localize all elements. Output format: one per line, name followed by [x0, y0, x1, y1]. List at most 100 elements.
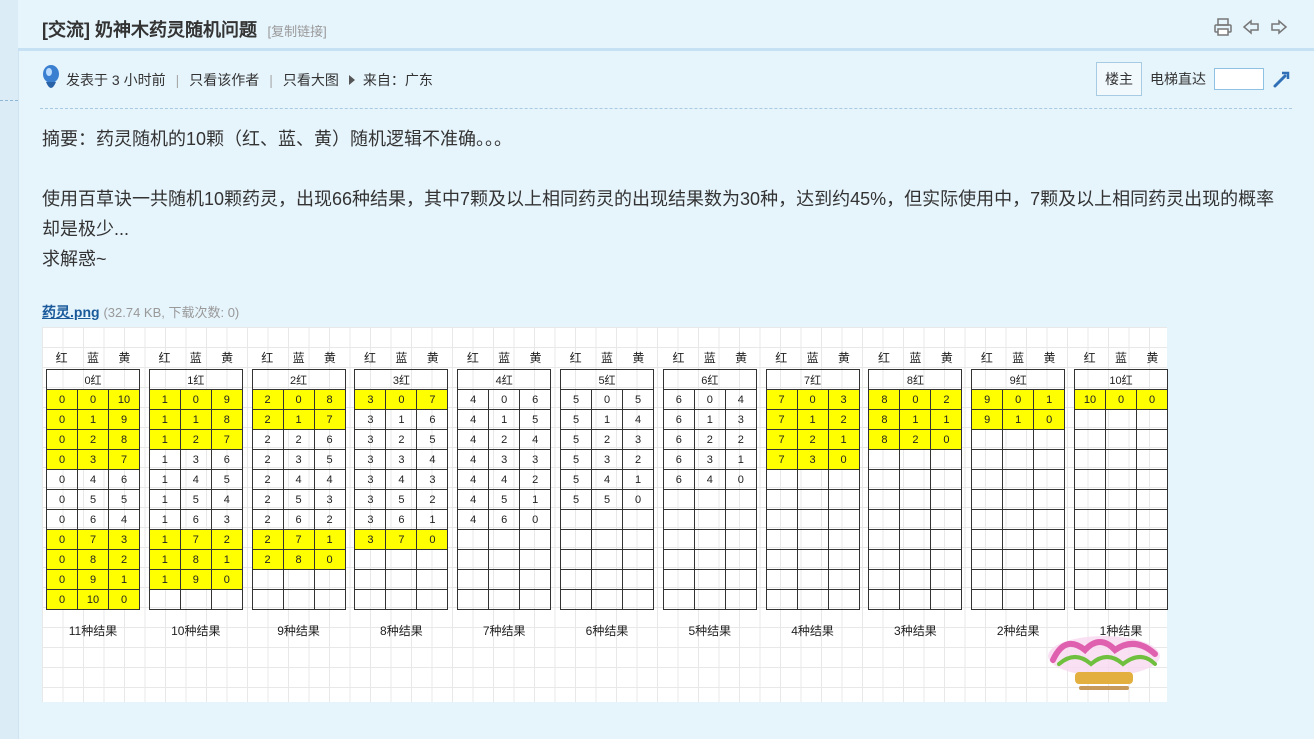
column-header: 蓝: [703, 351, 716, 365]
table-cell: [354, 589, 387, 610]
table-cell: 0: [416, 529, 449, 550]
table-cell: 0: [46, 409, 78, 430]
table-cell: [1074, 469, 1106, 490]
table-cell: 6: [108, 469, 140, 490]
table-cell: [827, 589, 860, 610]
table-cell: 1: [148, 449, 181, 470]
column-header: 蓝: [909, 351, 922, 365]
table-cell: [1136, 469, 1168, 490]
table-cell: [899, 569, 932, 590]
table-cell: 1: [796, 409, 829, 430]
table-cell: [724, 549, 757, 570]
table-cell: [1105, 409, 1137, 430]
table-row: [971, 449, 1066, 470]
table-row: [560, 589, 654, 610]
table-cell: [971, 469, 1004, 490]
table-cell: [868, 529, 901, 550]
table-cell: 2: [385, 429, 418, 450]
next-thread-icon[interactable]: [1270, 18, 1288, 36]
table-cell: [1074, 529, 1106, 550]
table-cell: 4: [457, 389, 490, 410]
column-header: 蓝: [600, 351, 613, 365]
table-cell: [1105, 449, 1137, 470]
table-cell: [724, 569, 757, 590]
table-caption: 0红: [46, 369, 140, 390]
post-location: 来自：广东: [362, 72, 433, 88]
result-count: 7种结果: [482, 624, 526, 638]
table-cell: [1074, 409, 1106, 430]
table-cell: 8: [210, 409, 243, 430]
table-row: [354, 549, 449, 570]
table-row: 811: [868, 409, 963, 430]
prev-thread-icon[interactable]: [1242, 18, 1260, 36]
table-row: [868, 529, 963, 550]
table-cell: 2: [622, 449, 654, 470]
attachment-image[interactable]: 红蓝黄 0红 0 0 10 0 1 9 0 2 8 0 3 7 0 4 6 0 5 5 0 6 4 0 7 3 0 8 2 0 9 1 0 10 0…: [42, 327, 1168, 702]
table-row: 208: [251, 389, 346, 410]
table-cell: 6: [488, 509, 521, 530]
table-caption: 7红: [765, 369, 860, 390]
table-row: 073: [46, 529, 140, 550]
floor-label: 楼主: [1096, 62, 1142, 96]
column-header: 蓝: [189, 351, 202, 365]
table-cell: [662, 569, 695, 590]
table-cell: 3: [622, 429, 654, 450]
table-caption: 5红: [560, 369, 654, 390]
table-cell: 6: [385, 509, 418, 530]
table-cell: [971, 429, 1004, 450]
column-headers: 红蓝黄: [354, 349, 448, 367]
table-row: 037: [46, 449, 140, 470]
attachment-link[interactable]: 药灵.png: [42, 304, 100, 320]
table-cell: [1002, 489, 1035, 510]
table-cell: 2: [930, 389, 963, 410]
table-cell: [457, 589, 490, 610]
table-cell: [1105, 489, 1137, 510]
table-row: [662, 489, 757, 510]
table-cell: 0: [46, 569, 78, 590]
floor-input[interactable]: [1214, 68, 1264, 90]
table-row: 316: [354, 409, 449, 430]
table-row: [1074, 469, 1168, 490]
column-header: 黄: [837, 351, 850, 365]
table-row: 055: [46, 489, 140, 510]
table-cell: [457, 569, 490, 590]
table-caption: 8红: [868, 369, 963, 390]
table-cell: 6: [662, 389, 695, 410]
table-row: [971, 509, 1066, 530]
table-cell: [765, 509, 798, 530]
table-cell: 5: [416, 429, 449, 450]
table-row: [1074, 429, 1168, 450]
table-cell: 4: [457, 409, 490, 430]
table-row: 541: [560, 469, 654, 490]
table-cell: 1: [591, 409, 623, 430]
table-row: 244: [251, 469, 346, 490]
table-cell: 1: [1033, 389, 1066, 410]
table-cell: 3: [354, 509, 387, 530]
combo-grid: 3红 3 0 7 3 1 6 3 2 5 3 3 4 3 4 3 3 5 2 3 6 1 3 7 0: [354, 369, 449, 610]
column-header: 黄: [735, 351, 748, 365]
table-cell: 5: [560, 389, 592, 410]
table-cell: 4: [210, 489, 243, 510]
table-cell: [282, 589, 315, 610]
table-row: [971, 489, 1066, 510]
table-cell: [416, 549, 449, 570]
table-cell: 2: [108, 549, 140, 570]
table-cell: 1: [148, 549, 181, 570]
column-headers: 红蓝黄: [560, 349, 654, 367]
table-cell: 1: [108, 569, 140, 590]
table-cell: 3: [827, 389, 860, 410]
jump-icon[interactable]: [1272, 69, 1292, 89]
copy-link[interactable]: [复制链接]: [267, 24, 326, 39]
only-big-image-link[interactable]: 只看大图: [283, 70, 339, 90]
table-cell: 0: [591, 389, 623, 410]
table-row: [971, 529, 1066, 550]
table-cell: 4: [724, 389, 757, 410]
table-cell: 6: [179, 509, 212, 530]
print-icon[interactable]: [1214, 18, 1232, 36]
table-row: 127: [148, 429, 243, 450]
table-row: 820: [868, 429, 963, 450]
only-author-link[interactable]: 只看该作者: [189, 70, 259, 90]
table-cell: [1136, 409, 1168, 430]
table-cell: 0: [46, 469, 78, 490]
post-ask: 求解惑~: [42, 249, 107, 269]
